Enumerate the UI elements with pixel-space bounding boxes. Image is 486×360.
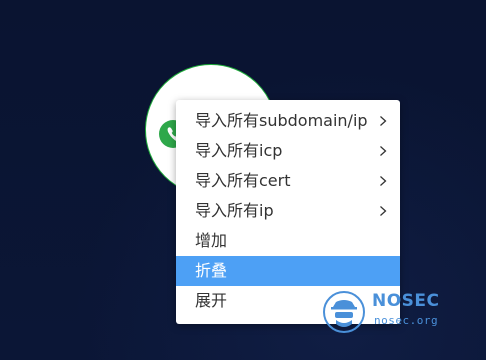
menu-item-collapse[interactable]: 折叠 [176, 256, 400, 286]
chevron-right-icon [380, 146, 387, 156]
watermark-name: NOSEC [372, 291, 440, 311]
menu-item-label: 导入所有subdomain/ip [195, 111, 368, 130]
menu-item-label: 展开 [195, 291, 228, 310]
chevron-right-icon [380, 206, 387, 216]
menu-item-import-icp[interactable]: 导入所有icp [176, 136, 400, 166]
hacker-mask-icon [323, 291, 365, 333]
menu-item-label: 增加 [195, 231, 228, 250]
menu-item-import-subdomain-ip[interactable]: 导入所有subdomain/ip [176, 106, 400, 136]
chevron-right-icon [380, 116, 387, 126]
graph-canvas[interactable]: 导入所有subdomain/ip 导入所有icp 导入所有cert 导入所有ip… [0, 0, 486, 360]
menu-item-import-cert[interactable]: 导入所有cert [176, 166, 400, 196]
menu-item-add[interactable]: 增加 [176, 226, 400, 256]
watermark-url: nosec.org [374, 314, 439, 327]
menu-item-label: 导入所有cert [195, 171, 291, 190]
watermark: NOSEC nosec.org [322, 290, 472, 336]
menu-item-import-ip[interactable]: 导入所有ip [176, 196, 400, 226]
menu-item-label: 折叠 [195, 261, 228, 280]
chevron-right-icon [380, 176, 387, 186]
menu-item-label: 导入所有icp [195, 141, 283, 160]
menu-item-label: 导入所有ip [195, 201, 274, 220]
